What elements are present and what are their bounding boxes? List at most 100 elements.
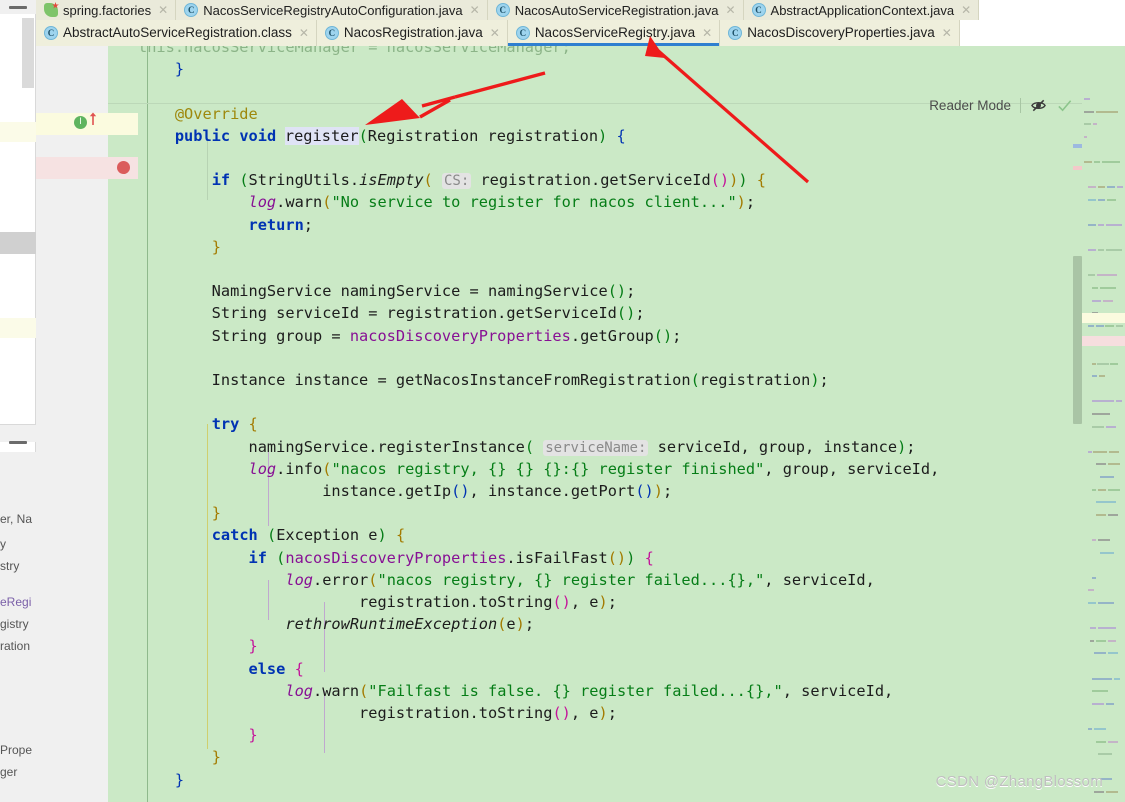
minimap-line (1092, 299, 1101, 302)
left-tool-strip[interactable]: er, Na y stry eRegi gistry ration Prope … (0, 0, 36, 802)
minimap-line (1093, 450, 1107, 453)
left-label-6: Prope (0, 743, 33, 757)
left-strip-highlight-1 (0, 122, 36, 142)
breakpoint-icon[interactable] (117, 161, 130, 174)
minimap-line (1084, 123, 1091, 126)
code-line[interactable]: log.info("nacos registry, {} {} {}:{} re… (138, 458, 940, 480)
tab-nacos-service-registry-auto-configuration[interactable]: C NacosServiceRegistryAutoConfiguration.… (176, 0, 488, 20)
close-icon[interactable]: ✕ (961, 4, 971, 16)
overridden-method-marker[interactable]: I (74, 116, 87, 129)
code-line[interactable]: namingService.registerInstance( serviceN… (138, 436, 916, 458)
code-line[interactable]: if (nacosDiscoveryProperties.isFailFast(… (138, 547, 654, 569)
code-line[interactable]: registration.toString(), e); (138, 591, 617, 613)
code-line[interactable]: if (StringUtils.isEmpty( CS: registratio… (138, 169, 766, 191)
minimap-line (1096, 110, 1118, 113)
minimap-line (1092, 576, 1096, 579)
minimap-line (1092, 413, 1110, 415)
code-line[interactable]: try { (138, 413, 258, 435)
minimap-line (1107, 186, 1115, 189)
tab-label: NacosRegistration.java (343, 25, 483, 41)
code-line[interactable]: public void register(Registration regist… (138, 125, 626, 147)
minimap-line (1092, 362, 1096, 365)
minimap-line (1106, 791, 1118, 793)
minimap-line (1102, 161, 1120, 163)
java-class-icon: C (44, 26, 58, 40)
left-panel-scrollbar[interactable] (22, 18, 34, 88)
code-line[interactable]: else { (138, 658, 304, 680)
minimap-line (1098, 186, 1105, 189)
minimap-breakpoint-band (1082, 336, 1125, 346)
code-line[interactable]: log.error("nacos registry, {} register f… (138, 569, 874, 591)
minimap-line (1093, 123, 1097, 126)
code-line[interactable]: } (138, 769, 184, 791)
tab-abstract-auto-service-registration-class[interactable]: C AbstractAutoServiceRegistration.class … (36, 20, 317, 46)
minimap-line (1088, 186, 1096, 189)
code-minimap[interactable] (1082, 92, 1125, 802)
minimap-line (1088, 450, 1092, 453)
tab-nacos-auto-service-registration[interactable]: C NacosAutoServiceRegistration.java ✕ (487, 0, 744, 20)
minimap-line (1098, 224, 1104, 226)
tab-nacos-registration[interactable]: C NacosRegistration.java ✕ (316, 20, 508, 46)
close-icon[interactable]: ✕ (158, 4, 168, 16)
minimap-line (1088, 274, 1095, 277)
code-line[interactable]: @Override (138, 103, 258, 125)
tab-spring-factories[interactable]: spring.factories ✕ (36, 0, 177, 20)
code-line[interactable]: } (138, 635, 258, 657)
minimap-line (1092, 287, 1098, 289)
minimap-line (1096, 463, 1106, 466)
minimap-line (1096, 513, 1106, 516)
code-line[interactable]: log.warn("No service to register for nac… (138, 191, 756, 213)
minimap-line (1088, 324, 1094, 327)
reader-mode-label: Reader Mode (929, 97, 1011, 113)
check-icon[interactable] (1056, 97, 1073, 114)
scroll-change-stripe[interactable] (1073, 144, 1082, 148)
minimap-line (1088, 249, 1096, 252)
left-strip-highlight-2 (0, 318, 36, 338)
close-icon[interactable]: ✕ (299, 27, 309, 39)
spring-icon (44, 3, 58, 17)
code-line[interactable]: } (138, 236, 221, 258)
code-line[interactable]: String group = nacosDiscoveryProperties.… (138, 325, 682, 347)
code-line[interactable]: String serviceId = registration.getServi… (138, 302, 645, 324)
tab-nacos-discovery-properties[interactable]: C NacosDiscoveryProperties.java ✕ (720, 20, 960, 46)
code-line[interactable]: } (138, 724, 258, 746)
minimap-line (1107, 198, 1116, 201)
eye-off-icon[interactable] (1030, 97, 1047, 114)
reader-mode-bar[interactable]: Reader Mode (929, 94, 1073, 116)
tab-row-upper[interactable]: spring.factories ✕ C NacosServiceRegistr… (36, 0, 1125, 20)
code-line[interactable]: return; (138, 214, 313, 236)
tab-nacos-service-registry[interactable]: C NacosServiceRegistry.java ✕ (507, 20, 721, 46)
code-line[interactable]: Instance instance = getNacosInstanceFrom… (138, 369, 829, 391)
code-line[interactable]: } (138, 58, 184, 80)
close-icon[interactable]: ✕ (942, 27, 952, 39)
close-icon[interactable]: ✕ (725, 4, 735, 16)
close-icon[interactable]: ✕ (490, 27, 500, 39)
close-icon[interactable]: ✕ (470, 4, 480, 16)
close-icon[interactable]: ✕ (702, 27, 712, 39)
code-line[interactable]: rethrowRuntimeException(e); (138, 613, 534, 635)
tab-row-lower[interactable]: C AbstractAutoServiceRegistration.class … (36, 20, 1125, 46)
editor-vertical-scrollbar[interactable] (1073, 256, 1082, 424)
left-label-5: ration (0, 639, 31, 653)
code-line[interactable]: } (138, 502, 221, 524)
toolbar-divider (1020, 97, 1021, 113)
left-label-4: gistry (0, 617, 29, 631)
code-line[interactable]: log.warn("Failfast is false. {} register… (138, 680, 893, 702)
code-line[interactable]: this.nacosServiceManager = nacosServiceM… (138, 46, 571, 58)
code-line[interactable]: instance.getIp(), instance.getPort()); (138, 480, 672, 502)
code-line[interactable]: NamingService namingService = namingServ… (138, 280, 636, 302)
drag-handle-top[interactable] (9, 6, 27, 9)
editor-text-area[interactable]: this.nacosServiceManager = nacosServiceM… (108, 46, 1125, 802)
minimap-line (1092, 375, 1097, 378)
code-line[interactable]: } (138, 746, 221, 768)
tab-abstract-application-context[interactable]: C AbstractApplicationContext.java ✕ (743, 0, 980, 20)
scroll-error-stripe[interactable] (1073, 166, 1082, 170)
code-line[interactable]: catch (Exception e) { (138, 524, 405, 546)
drag-handle-mid[interactable] (9, 441, 27, 444)
minimap-line (1106, 249, 1122, 252)
java-class-icon: C (324, 26, 339, 40)
minimap-line (1108, 639, 1116, 642)
code-line[interactable]: registration.toString(), e); (138, 702, 617, 724)
code-editor[interactable]: 5657585960616263646566676869707172737475… (36, 46, 1125, 802)
tab-label: AbstractApplicationContext.java (770, 2, 955, 18)
